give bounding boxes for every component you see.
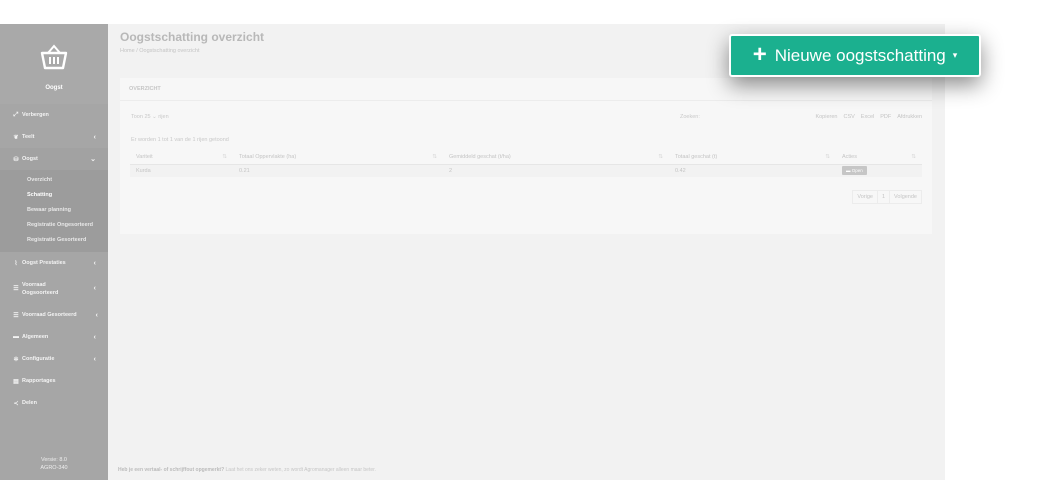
logo-text: Oogst bbox=[45, 85, 63, 91]
sidebar-item-teelt[interactable]: ❦ Teelt ‹ bbox=[0, 126, 108, 148]
basket-icon bbox=[40, 44, 68, 70]
open-button[interactable]: ▬ Open bbox=[842, 166, 867, 176]
sidebar-item-algemeen[interactable]: ▬ Algemeen ‹ bbox=[0, 326, 108, 348]
table-row: Kurda 0.21 2 0.42 ▬ Open bbox=[130, 164, 922, 177]
column-header-variety[interactable]: Variteit ⇅ bbox=[130, 151, 233, 165]
overview-card: OVERZICHT Toon 25 ⌄ rijen Zoeken: Kopier… bbox=[120, 78, 932, 234]
cell-area: 0.21 bbox=[233, 164, 443, 177]
leaf-icon: ❦ bbox=[13, 134, 19, 141]
main-content: Oogstschatting overzicht Home / Oogstsch… bbox=[108, 24, 945, 480]
sidebar-subitem-bewaar-planning[interactable]: Bewaar planning bbox=[0, 203, 108, 218]
basket-icon: ⛁ bbox=[13, 156, 19, 163]
sidebar-subitem-registratie-ongesorteerd[interactable]: Registratie Ongesorteerd bbox=[0, 218, 108, 233]
list-icon: ☰ bbox=[13, 312, 19, 319]
sort-icon: ⇅ bbox=[658, 154, 663, 161]
column-header-area[interactable]: Totaal Oppervlakte (ha) ⇅ bbox=[233, 151, 443, 165]
caret-down-icon: ▾ bbox=[952, 50, 958, 60]
file-icon: ▤ bbox=[13, 378, 19, 385]
sidebar-subitem-registratie-gesorteerd[interactable]: Registratie Gesorteerd bbox=[0, 233, 108, 248]
page-1-button[interactable]: 1 bbox=[876, 191, 889, 203]
sort-icon: ⇅ bbox=[432, 154, 437, 161]
sidebar-item-voorraad-gesorteerd[interactable]: ☰ Voorraad Gesorteerd ‹ bbox=[0, 304, 108, 326]
submenu-oogst: Overzicht Schatting Bewaar planning Regi… bbox=[0, 170, 108, 252]
page-length-select[interactable]: Toon 25 ⌄ rijen bbox=[131, 114, 169, 120]
csv-button[interactable]: CSV bbox=[843, 114, 854, 120]
cell-avg: 2 bbox=[443, 164, 669, 177]
chart-icon: ⌇ bbox=[14, 260, 18, 267]
logo[interactable]: Oogst bbox=[0, 24, 108, 104]
sidebar-item-oogst[interactable]: ⛁ Oogst ⌄ bbox=[0, 148, 108, 170]
compress-icon: ⤢ bbox=[13, 111, 19, 118]
chevron-left-icon: ‹ bbox=[93, 285, 96, 292]
chevron-left-icon: ‹ bbox=[93, 333, 96, 341]
search-input[interactable]: Zoeken: bbox=[680, 114, 700, 120]
column-header-actions[interactable]: Acties ⇅ bbox=[836, 151, 922, 165]
estimates-table: Variteit ⇅ Totaal Oppervlakte (ha) ⇅ Gemid… bbox=[130, 151, 922, 177]
column-header-total[interactable]: Totaal geschat (t) ⇅ bbox=[669, 151, 836, 165]
sidebar: Oogst ⤢ Verbergen ❦ Teelt ‹ ⛁ Oogst ⌄ Overzic… bbox=[0, 24, 108, 480]
sort-icon: ⇅ bbox=[911, 154, 916, 161]
version-info: Versie: 8.0 AGRO-340 bbox=[40, 457, 68, 471]
new-estimate-button[interactable]: + Nieuwe oogstschatting ▾ bbox=[729, 34, 981, 77]
cell-actions: ▬ Open bbox=[836, 164, 922, 177]
pagination: Vorige 1 Volgende bbox=[852, 190, 922, 204]
table-info: Er worden 1 tot 1 van de 1 rijen getoond bbox=[131, 137, 229, 143]
table-header-row: Variteit ⇅ Totaal Oppervlakte (ha) ⇅ Gemid… bbox=[130, 151, 922, 165]
excel-button[interactable]: Excel bbox=[861, 114, 874, 120]
copy-button[interactable]: Kopieren bbox=[815, 114, 837, 120]
new-estimate-label: Nieuwe oogstschatting bbox=[774, 45, 946, 65]
chevron-left-icon: ‹ bbox=[93, 133, 96, 141]
print-button[interactable]: Afdrukken bbox=[897, 114, 922, 120]
column-header-avg[interactable]: Gemiddeld geschat (t/ha) ⇅ bbox=[443, 151, 669, 165]
previous-page-button[interactable]: Vorige bbox=[853, 191, 877, 203]
footer-note: Heb je een vertaal- of schrijffout opgem… bbox=[118, 467, 376, 473]
plus-icon: + bbox=[752, 40, 767, 68]
sidebar-item-delen[interactable]: ≺ Delen bbox=[0, 392, 108, 414]
sidebar-item-voorraad-oogsoorteerd[interactable]: ☰ Voorraad Oogsoorteerd ‹ bbox=[0, 274, 108, 304]
app-window: Oogst ⤢ Verbergen ❦ Teelt ‹ ⛁ Oogst ⌄ Overzic… bbox=[0, 24, 945, 480]
chevron-left-icon: ‹ bbox=[95, 311, 98, 319]
sidebar-item-verbergen[interactable]: ⤢ Verbergen bbox=[0, 104, 108, 126]
export-buttons: Kopieren CSV Excel PDF Afdrukken bbox=[815, 114, 922, 120]
folder-icon: ▬ bbox=[13, 334, 19, 340]
sidebar-item-configuratie[interactable]: ✲ Configuratie ‹ bbox=[0, 348, 108, 370]
chevron-left-icon: ‹ bbox=[93, 355, 96, 363]
share-icon: ≺ bbox=[13, 400, 19, 407]
sort-icon: ⇅ bbox=[825, 154, 830, 161]
list-icon: ☰ bbox=[13, 286, 19, 292]
sidebar-subitem-overzicht[interactable]: Overzicht bbox=[0, 173, 108, 188]
next-page-button[interactable]: Volgende bbox=[889, 191, 921, 203]
card-title: OVERZICHT bbox=[129, 86, 161, 92]
sidebar-item-oogst-prestaties[interactable]: ⌇ Oogst Prestaties ‹ bbox=[0, 252, 108, 274]
breadcrumb[interactable]: Home / Oogstschatting overzicht bbox=[120, 48, 199, 54]
sidebar-menu: ⤢ Verbergen ❦ Teelt ‹ ⛁ Oogst ⌄ Overzicht Sch… bbox=[0, 104, 108, 414]
divider bbox=[120, 100, 932, 101]
cell-total: 0.42 bbox=[669, 164, 836, 177]
pdf-button[interactable]: PDF bbox=[880, 114, 891, 120]
sidebar-subitem-schatting[interactable]: Schatting bbox=[0, 188, 108, 203]
chevron-down-icon: ⌄ bbox=[90, 156, 96, 163]
cell-variety: Kurda bbox=[130, 164, 233, 177]
gear-icon: ✲ bbox=[13, 356, 19, 363]
sidebar-item-rapportages[interactable]: ▤ Rapportages bbox=[0, 370, 108, 392]
page-title: Oogstschatting overzicht bbox=[120, 30, 265, 44]
chevron-left-icon: ‹ bbox=[93, 259, 96, 267]
sort-icon: ⇅ bbox=[222, 154, 227, 161]
